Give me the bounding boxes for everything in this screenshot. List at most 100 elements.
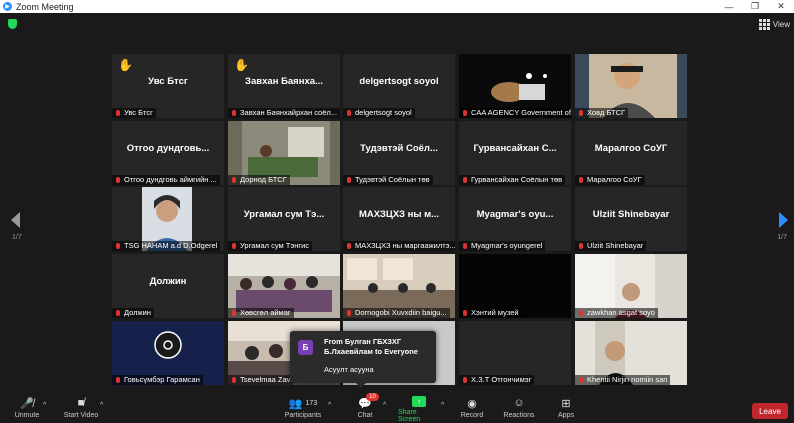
chat-button[interactable]: 💬 10 Chat xyxy=(353,393,379,423)
video-tile[interactable]: delgertsogt soyol delgertsogt soyol xyxy=(343,54,455,118)
next-page-arrow[interactable] xyxy=(779,212,788,228)
view-button[interactable]: View xyxy=(758,19,790,30)
participant-label: Хөвсгөл аймаг xyxy=(228,308,294,318)
prev-page-arrow[interactable] xyxy=(11,212,20,228)
video-tile[interactable]: ✋ Завхан Баянха... Завхан Баянхайрхан со… xyxy=(228,54,340,118)
video-tile[interactable]: Khentii Nirjin nomiin san xyxy=(575,321,687,385)
chat-sender: From Булган ГБХЗХГ Б.Лхаевйлам to Everyo… xyxy=(324,337,418,356)
video-tile[interactable]: Маралгоо СоУГ Маралгоо СоУГ xyxy=(575,121,687,185)
participant-name: Отгоо дундговь... xyxy=(126,143,210,154)
participant-label: Ulziit Shinebayar xyxy=(575,241,647,251)
video-tile[interactable]: Myagmar's oyu... Myagmar's oyungerel xyxy=(459,187,571,251)
participants-caret[interactable]: ^ xyxy=(328,402,331,409)
unmute-label: Unmute xyxy=(14,412,40,419)
chat-message: Асуулт асууна xyxy=(324,365,374,374)
participant-label: Dornogobi Xuvxdiin baigu... xyxy=(343,308,450,318)
participant-name: Завхан Баянха... xyxy=(245,76,323,87)
participant-name: МАХЗЦХЗ ны м... xyxy=(358,209,440,220)
participant-name: delgertsogt soyol xyxy=(359,76,439,87)
participant-label: delgertsogt soyol xyxy=(343,108,415,118)
participant-label: Говьсүмбэр Гарамсан xyxy=(112,375,203,385)
video-options-caret[interactable]: ^ xyxy=(100,402,103,409)
view-label: View xyxy=(772,20,790,29)
participant-label: Дорнод БТСГ xyxy=(228,175,290,185)
video-tile[interactable]: ✋ Увс Бтсг Увс Бтсг xyxy=(112,54,224,118)
video-tile[interactable]: Отгоо дундговь... Отгоо дундговь аймгийн… xyxy=(112,121,224,185)
muted-microphone-icon: 🎤̸ xyxy=(20,397,34,410)
record-button[interactable]: ◉ Record xyxy=(459,396,485,423)
participant-label: Тудэвтэй Соёлын төв xyxy=(343,175,433,185)
participant-label: Хэнтий музей xyxy=(459,308,522,318)
page-indicator-right: 1/7 xyxy=(777,234,787,241)
apps-button[interactable]: ⊞ Apps xyxy=(556,396,576,423)
participant-name: Маралгоо СоУГ xyxy=(594,143,668,154)
popup-tail xyxy=(356,383,366,388)
video-tile[interactable]: TSG HAHAM a.d D.Odgerel xyxy=(112,187,224,251)
video-tile[interactable]: МАХЗЦХЗ ны м... МАХЗЦХЗ ны маргаажилтэ..… xyxy=(343,187,455,251)
participant-label: МАХЗЦХЗ ны маргаажилтэ... xyxy=(343,241,455,251)
meeting-toolbar: 🎤̸ Unmute ^ ■̸ Start Video ^ 👥 173 Parti… xyxy=(0,393,794,423)
participant-label: Х.З.Т Отгончимэг xyxy=(459,375,535,385)
participant-label: Ургамал сум Тэнгис xyxy=(228,241,313,251)
start-video-label: Start Video xyxy=(63,412,99,419)
reactions-button[interactable]: ☺ Reactions xyxy=(503,396,535,423)
participant-label: Гурвансайхан Соёлын төв xyxy=(459,175,566,185)
video-tile[interactable]: Хөвсгөл аймаг xyxy=(228,254,340,318)
participant-label: CAA AGENCY Government of ... xyxy=(459,108,571,118)
chat-caret[interactable]: ^ xyxy=(383,402,386,409)
participants-label: Participants xyxy=(284,412,322,419)
video-tile[interactable]: Гурвансайхан С... Гурвансайхан Соёлын тө… xyxy=(459,121,571,185)
participant-label: Khentii Nirjin nomiin san xyxy=(575,375,671,385)
video-tile[interactable]: Ургамал сум Тэ... Ургамал сум Тэнгис xyxy=(228,187,340,251)
share-screen-button[interactable]: ↑ Share Screen xyxy=(398,396,440,423)
participant-label: Маралгоо СоУГ xyxy=(575,175,645,185)
unmute-button[interactable]: 🎤̸ Unmute xyxy=(14,396,40,423)
chat-notification[interactable]: Б From Булган ГБХЗХГ Б.Лхаевйлам to Ever… xyxy=(290,331,436,388)
participant-label: TSG HAHAM a.d D.Odgerel xyxy=(112,241,221,251)
participant-name: Увс Бтсг xyxy=(148,76,188,87)
sender-avatar: Б xyxy=(298,340,313,355)
share-screen-icon: ↑ xyxy=(412,396,426,407)
window-title: Zoom Meeting xyxy=(16,1,74,12)
participant-label: Завхан Баянхайрхан соёл... xyxy=(228,108,340,118)
share-options-caret[interactable]: ^ xyxy=(441,402,444,409)
share-screen-label: Share Screen xyxy=(398,409,421,423)
start-video-button[interactable]: ■̸ Start Video xyxy=(62,396,100,423)
video-tile[interactable]: Дорнод БТСГ xyxy=(228,121,340,185)
reactions-label: Reactions xyxy=(503,412,535,419)
video-tile[interactable]: Тудэвтэй Соёл... Тудэвтэй Соёлын төв xyxy=(343,121,455,185)
apps-label: Apps xyxy=(558,412,574,419)
minimize-button[interactable]: — xyxy=(716,0,742,13)
video-tile[interactable]: Ulziit Shinebayar Ulziit Shinebayar xyxy=(575,187,687,251)
close-button[interactable]: ✕ xyxy=(768,0,794,13)
reactions-icon: ☺ xyxy=(513,397,525,409)
grid-view-icon xyxy=(758,19,770,30)
security-shield-icon[interactable] xyxy=(8,19,17,29)
video-tile[interactable]: Х.З.Т Отгончимэг xyxy=(459,321,571,385)
participant-name: Ulziit Shinebayar xyxy=(592,209,670,220)
raised-hand-icon: ✋ xyxy=(118,58,133,72)
participant-name: Myagmar's oyu... xyxy=(476,209,554,220)
participant-label: zawkhan asgat soyo xyxy=(575,308,658,318)
record-label: Record xyxy=(460,412,484,419)
audio-options-caret[interactable]: ^ xyxy=(43,402,46,409)
video-tile[interactable]: Ховд БТСГ xyxy=(575,54,687,118)
participant-label: Myagmar's oyungerel xyxy=(459,241,546,251)
video-tile[interactable]: Должин Должин xyxy=(112,254,224,318)
participant-name: Должин xyxy=(149,276,187,287)
video-tile[interactable]: Dornogobi Xuvxdiin baigu... xyxy=(343,254,455,318)
participant-label: Ховд БТСГ xyxy=(575,108,629,118)
participant-label: Должин xyxy=(112,308,154,318)
record-icon: ◉ xyxy=(467,397,477,410)
video-tile[interactable]: Говьсүмбэр Гарамсан xyxy=(112,321,224,385)
leave-button[interactable]: Leave xyxy=(752,403,788,419)
video-tile-active-speaker[interactable]: CAA AGENCY Government of ... xyxy=(459,54,571,118)
maximize-button[interactable]: ❐ xyxy=(742,0,768,13)
participants-count: 173 xyxy=(305,399,318,407)
chat-icon: 💬 10 xyxy=(358,393,379,410)
video-tile[interactable]: zawkhan asgat soyo xyxy=(575,254,687,318)
raised-hand-icon: ✋ xyxy=(234,58,249,72)
video-tile[interactable]: Хэнтий музей xyxy=(459,254,571,318)
participants-button[interactable]: 👥 173 Participants xyxy=(284,396,322,423)
chat-unread-badge: 10 xyxy=(366,393,379,401)
